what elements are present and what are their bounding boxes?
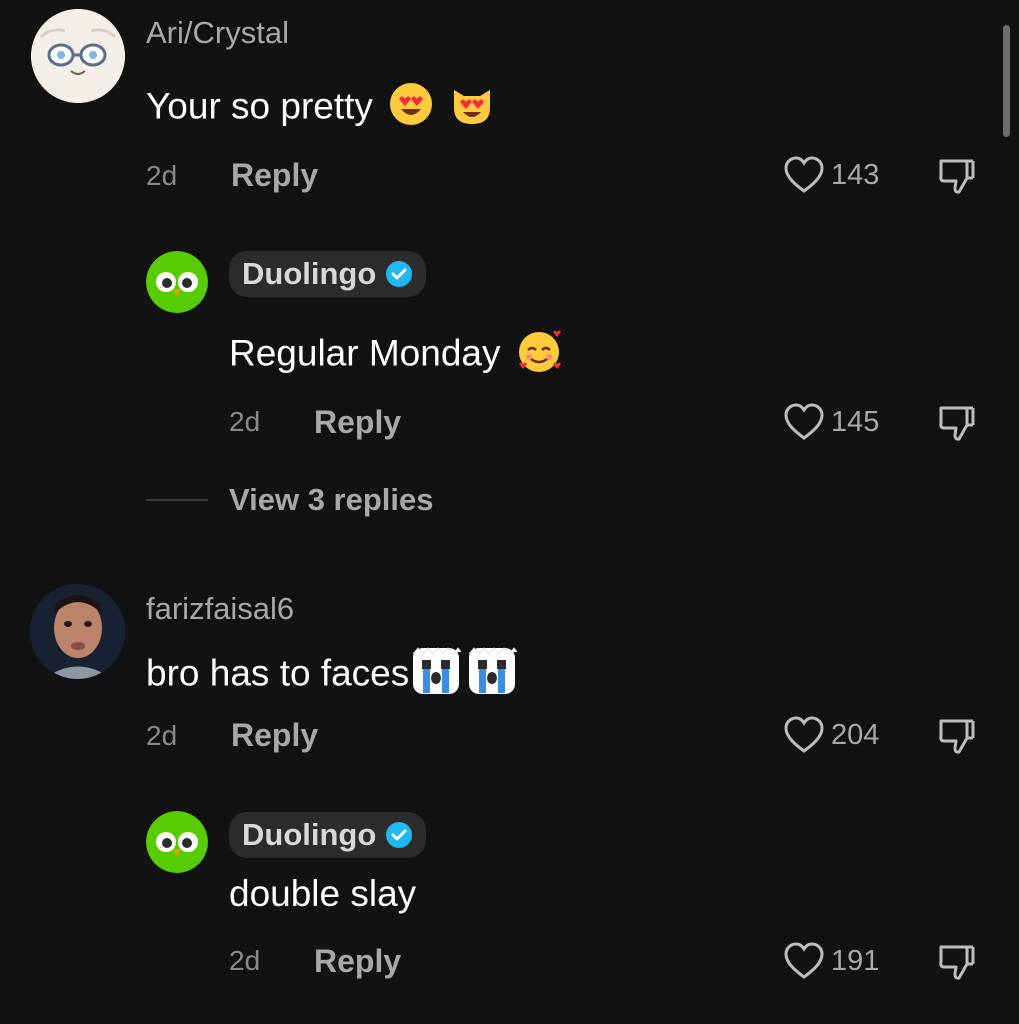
like-count: 143 <box>831 158 880 191</box>
reply-text: double slay <box>229 873 417 914</box>
heart-icon <box>784 716 824 753</box>
comment-username[interactable]: farizfaisal6 <box>146 591 294 627</box>
duolingo-owl-icon <box>146 811 208 873</box>
comment-text: bro has to faces <box>146 646 518 705</box>
author-chip[interactable]: Duolingo <box>229 251 427 297</box>
heart-icon <box>784 403 824 440</box>
reply-button[interactable]: Reply <box>314 943 401 980</box>
reply-username: Duolingo <box>242 256 377 291</box>
reply-button[interactable]: Reply <box>231 157 318 194</box>
reply-text: Regular Monday <box>229 328 565 383</box>
comment-timestamp: 2d <box>146 720 178 751</box>
like-button[interactable]: 143 <box>783 155 879 195</box>
smiling-face-with-hearts-emoji <box>517 328 565 383</box>
thumbs-down-icon <box>939 719 975 754</box>
heart-icon <box>784 156 824 193</box>
verified-badge-icon <box>386 822 413 848</box>
crying-face-emoji <box>467 646 518 705</box>
like-button[interactable]: 204 <box>783 715 879 755</box>
scrollbar-thumb[interactable] <box>1003 25 1010 137</box>
verified-badge-icon <box>386 261 413 287</box>
heart-eyes-cat-emoji <box>450 82 494 135</box>
like-count: 204 <box>831 718 880 751</box>
crying-face-emoji <box>411 646 462 705</box>
comment-username[interactable]: Ari/Crystal <box>146 15 289 51</box>
avatar[interactable] <box>31 9 125 103</box>
comment-timestamp: 2d <box>146 160 178 191</box>
view-replies-button[interactable]: View 3 replies <box>229 482 434 518</box>
reply-button[interactable]: Reply <box>231 717 318 754</box>
reply-username: Duolingo <box>242 817 377 852</box>
avatar-photo <box>30 584 125 679</box>
thumbs-down-icon <box>939 945 975 980</box>
comment-text: Your so pretty <box>146 82 494 135</box>
reply-button[interactable]: Reply <box>314 404 401 441</box>
avatar-drawing <box>31 9 125 103</box>
dislike-button[interactable] <box>937 942 977 987</box>
comment-body: bro has to faces <box>146 652 410 694</box>
dislike-button[interactable] <box>937 716 977 761</box>
comment-body: Your so pretty <box>146 85 373 127</box>
view-replies-divider <box>146 499 208 501</box>
avatar[interactable] <box>30 584 125 679</box>
like-count: 145 <box>831 405 880 438</box>
heart-eyes-face-emoji <box>389 82 433 135</box>
reply-body: Regular Monday <box>229 332 501 374</box>
heart-icon <box>784 942 824 979</box>
dislike-button[interactable] <box>937 156 977 201</box>
duolingo-owl-icon <box>146 251 208 313</box>
dislike-button[interactable] <box>937 403 977 448</box>
reply-timestamp: 2d <box>229 945 261 976</box>
duolingo-avatar[interactable] <box>146 251 208 313</box>
like-button[interactable]: 191 <box>783 941 879 981</box>
reply-timestamp: 2d <box>229 406 261 437</box>
like-count: 191 <box>831 944 880 977</box>
like-button[interactable]: 145 <box>783 402 879 442</box>
author-chip[interactable]: Duolingo <box>229 812 427 858</box>
duolingo-avatar[interactable] <box>146 811 208 873</box>
thumbs-down-icon <box>939 159 975 194</box>
thumbs-down-icon <box>939 406 975 441</box>
